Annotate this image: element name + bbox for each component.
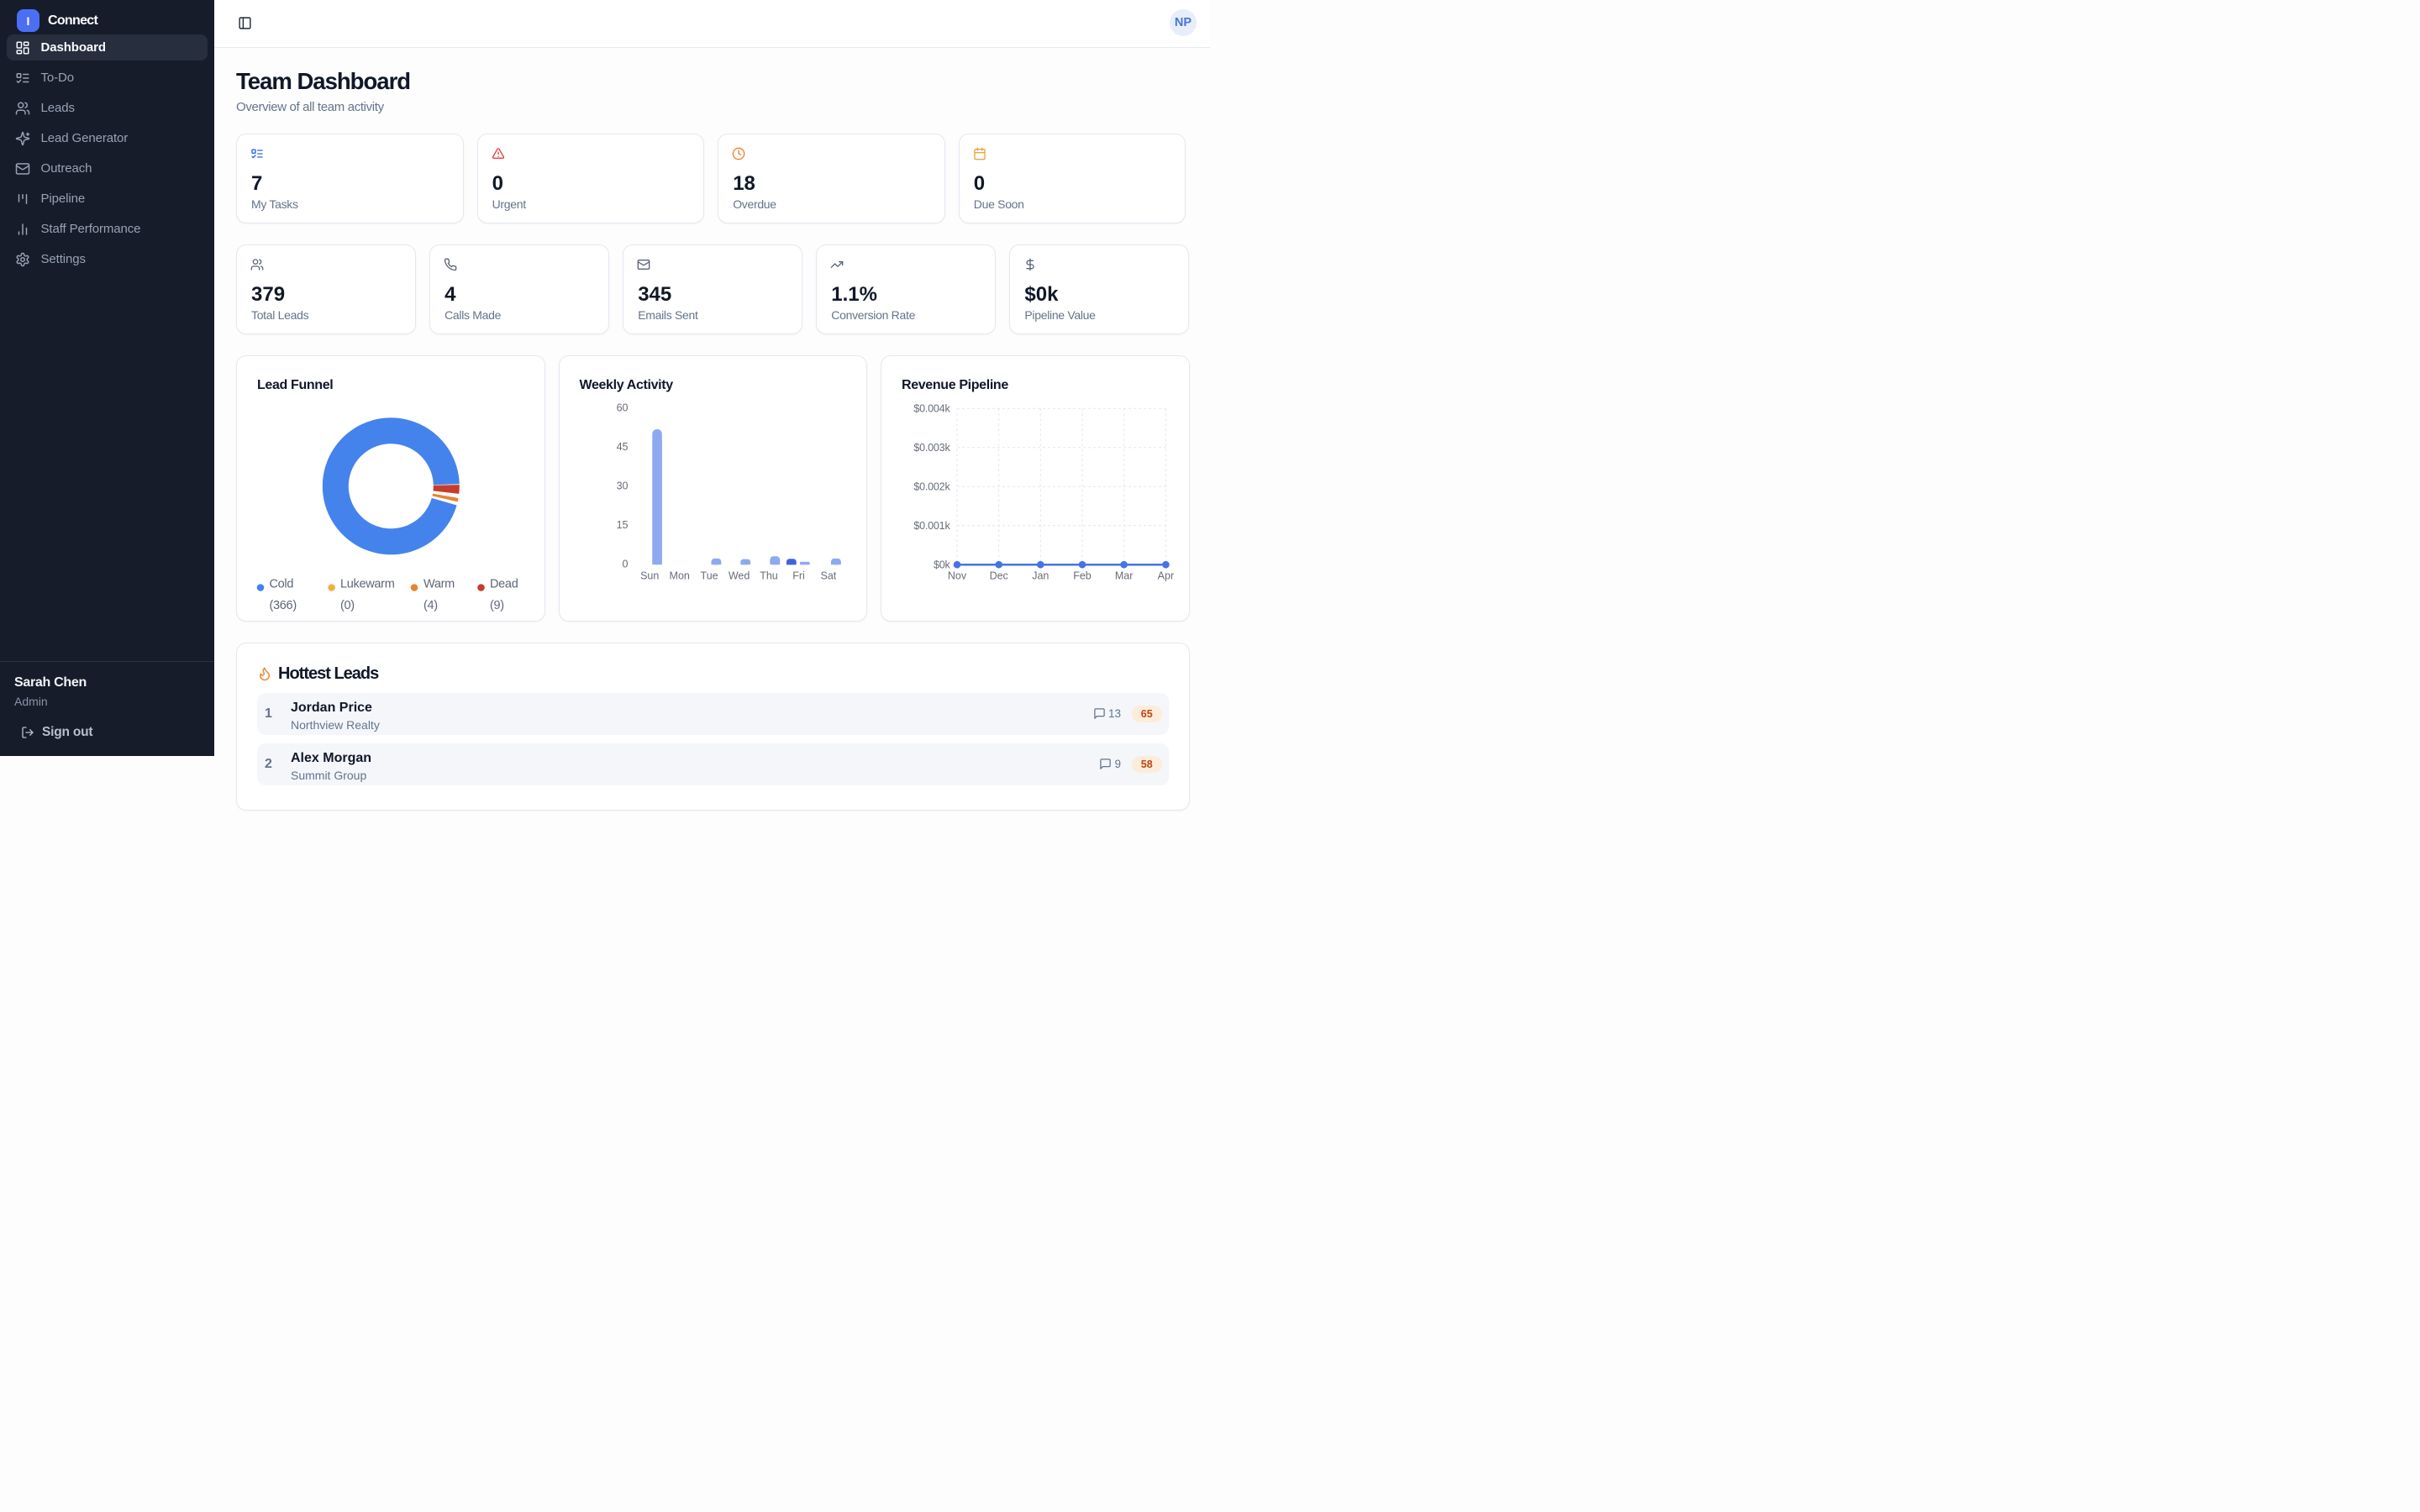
svg-text:Wed: Wed [728, 570, 750, 581]
svg-text:Tue: Tue [700, 570, 718, 581]
svg-text:$0.001k: $0.001k [913, 520, 950, 532]
svg-text:30: 30 [616, 480, 628, 491]
svg-text:Warm: Warm [424, 577, 455, 591]
svg-text:Dead: Dead [490, 577, 518, 591]
svg-text:(366): (366) [270, 599, 297, 612]
svg-text:45: 45 [616, 441, 628, 453]
svg-text:15: 15 [616, 519, 628, 531]
svg-text:Dec: Dec [990, 570, 1008, 581]
svg-text:$0.004k: $0.004k [913, 402, 950, 414]
svg-text:Cold: Cold [270, 577, 294, 591]
svg-text:(9): (9) [490, 599, 504, 612]
svg-text:Mon: Mon [669, 570, 689, 581]
svg-text:Thu: Thu [760, 570, 778, 581]
svg-text:60: 60 [616, 402, 628, 413]
svg-text:Lukewarm: Lukewarm [340, 577, 395, 591]
svg-text:Fri: Fri [792, 570, 805, 581]
svg-text:Mar: Mar [1115, 570, 1134, 581]
svg-text:Feb: Feb [1073, 570, 1092, 581]
svg-text:(0): (0) [340, 599, 355, 612]
svg-text:Nov: Nov [948, 570, 967, 581]
svg-text:$0.002k: $0.002k [913, 480, 950, 492]
svg-text:Sun: Sun [640, 570, 659, 581]
svg-text:(4): (4) [424, 599, 438, 612]
svg-text:$0.003k: $0.003k [913, 442, 950, 454]
svg-text:Apr: Apr [1158, 570, 1174, 581]
svg-text:Sat: Sat [820, 570, 836, 581]
svg-text:Jan: Jan [1032, 570, 1049, 581]
svg-text:0: 0 [622, 558, 628, 570]
